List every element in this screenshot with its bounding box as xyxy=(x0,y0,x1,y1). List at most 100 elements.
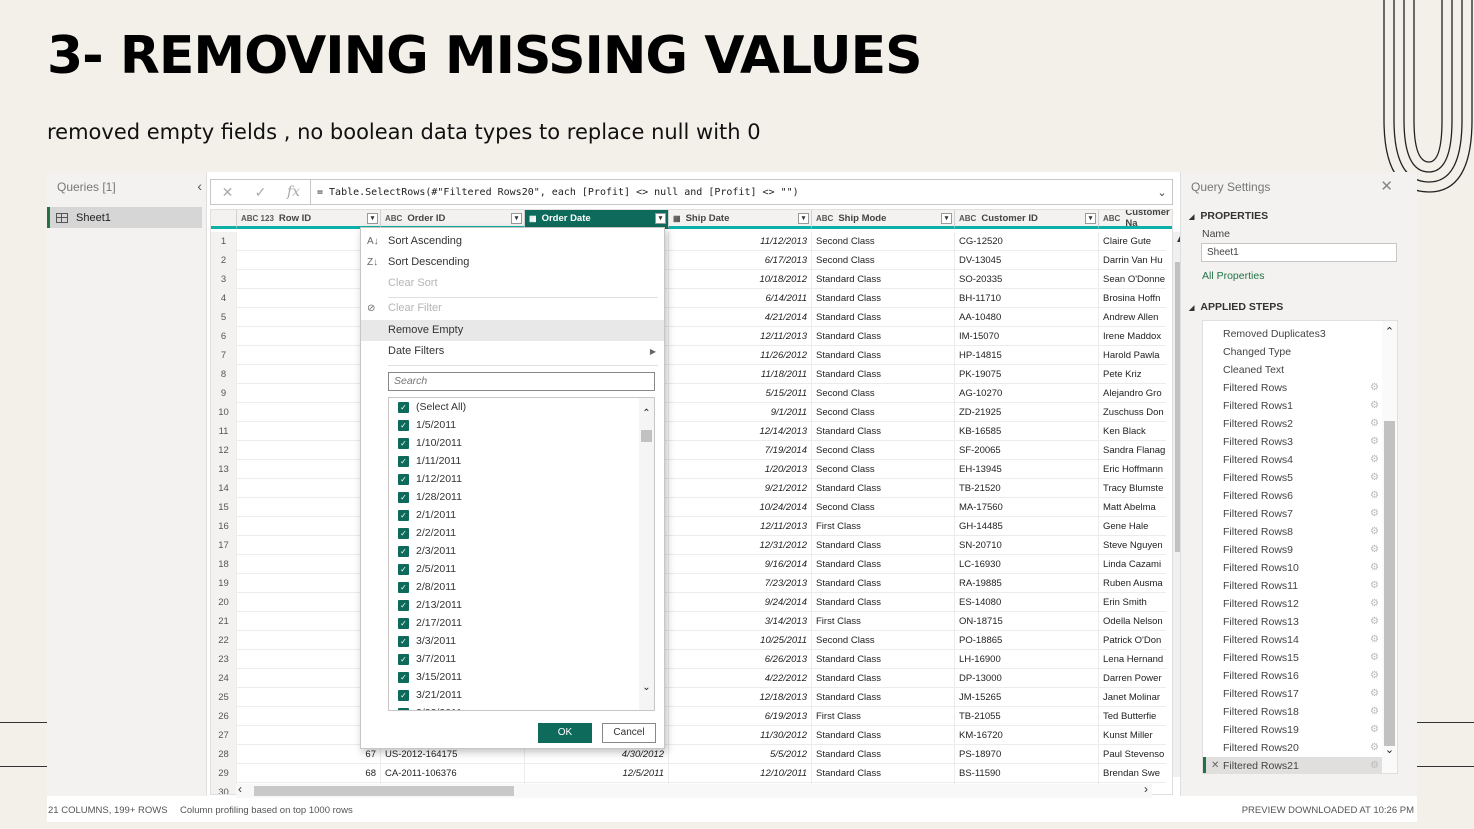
cell-ship-mode[interactable]: Second Class xyxy=(812,251,955,270)
checkmark-icon[interactable]: ✓ xyxy=(398,401,409,413)
query-item-sheet1[interactable]: Sheet1 xyxy=(47,207,202,228)
row-number[interactable]: 28 xyxy=(211,745,237,764)
cell-customer-id[interactable]: GH-14485 xyxy=(955,517,1099,536)
cell-customer-name[interactable]: Odella Nelson xyxy=(1099,612,1172,631)
text-type-icon[interactable]: ABC xyxy=(385,214,402,223)
properties-section[interactable]: ◢ PROPERTIES xyxy=(1189,210,1268,222)
checkmark-icon[interactable]: ✓ xyxy=(398,419,409,431)
cell-ship-date[interactable]: 12/10/2011 xyxy=(669,764,812,783)
scroll-up-icon[interactable]: ⌃ xyxy=(639,408,654,419)
cell-customer-id[interactable]: MA-17560 xyxy=(955,498,1099,517)
menu-clear-sort[interactable]: Clear Sort xyxy=(361,273,664,294)
row-number[interactable]: 2 xyxy=(211,251,237,270)
cell-customer-id[interactable]: LH-16900 xyxy=(955,650,1099,669)
filter-dropdown-icon[interactable]: ▾ xyxy=(511,213,522,224)
applied-step[interactable]: ✕ Filtered Rows21 ⚙ xyxy=(1203,757,1383,773)
applied-step[interactable]: Filtered Rows17 ⚙ xyxy=(1203,685,1383,703)
column-header-ship-date[interactable]: ▦ Ship Date ▾ xyxy=(669,210,812,229)
checkmark-icon[interactable]: ✓ xyxy=(398,563,409,575)
table-row[interactable]: 20 9/24/2014 Standard Class ES-14080 Erin Sm… xyxy=(211,593,1166,612)
filter-search-input[interactable]: Search xyxy=(388,372,655,391)
applied-step[interactable]: Filtered Rows11 ⚙ xyxy=(1203,577,1383,595)
cell-ship-date[interactable]: 10/18/2012 xyxy=(669,270,812,289)
cell-customer-id[interactable]: LC-16930 xyxy=(955,555,1099,574)
row-number[interactable]: 30 xyxy=(211,783,237,794)
filter-value-checkbox[interactable]: ✓ 3/3/2011 xyxy=(398,632,456,650)
cell-ship-date[interactable]: 9/24/2014 xyxy=(669,593,812,612)
applied-step[interactable]: Filtered Rows3 ⚙ xyxy=(1203,433,1383,451)
expand-formula-icon[interactable]: ⌄ xyxy=(1152,186,1172,199)
cell-ship-date[interactable]: 7/23/2013 xyxy=(669,574,812,593)
column-header-ship-mode[interactable]: ABC Ship Mode ▾ xyxy=(812,210,955,229)
cell-ship-date[interactable]: 12/11/2013 xyxy=(669,327,812,346)
cell-customer-id[interactable]: DP-13000 xyxy=(955,669,1099,688)
table-row[interactable]: 8 11/18/2011 Standard Class PK-19075 Pete Kr… xyxy=(211,365,1166,384)
applied-step[interactable]: Filtered Rows2 ⚙ xyxy=(1203,415,1383,433)
filter-value-checkbox[interactable]: ✓ 2/5/2011 xyxy=(398,560,456,578)
cell-ship-date[interactable]: 12/11/2013 xyxy=(669,517,812,536)
scroll-down-icon[interactable]: ⌄ xyxy=(639,682,654,693)
checkmark-icon[interactable]: ✓ xyxy=(398,581,409,593)
applied-step[interactable]: Filtered Rows15 ⚙ xyxy=(1203,649,1383,667)
cell-customer-id[interactable]: ES-14080 xyxy=(955,593,1099,612)
table-row[interactable]: 9 5/15/2011 Second Class AG-10270 Alejandro … xyxy=(211,384,1166,403)
cell-ship-mode[interactable]: Standard Class xyxy=(812,593,955,612)
cell-customer-id[interactable]: PK-19075 xyxy=(955,365,1099,384)
cell-customer-name[interactable]: Andrew Allen xyxy=(1099,308,1172,327)
filter-dropdown-icon[interactable]: ▾ xyxy=(367,213,378,224)
cell-customer-id[interactable]: SF-20065 xyxy=(955,441,1099,460)
cell-ship-date[interactable]: 1/20/2013 xyxy=(669,460,812,479)
filter-value-checkbox[interactable]: ✓ 1/11/2011 xyxy=(398,452,461,470)
cell-ship-mode[interactable]: Second Class xyxy=(812,631,955,650)
cell-ship-mode[interactable]: Standard Class xyxy=(812,270,955,289)
row-number[interactable]: 27 xyxy=(211,726,237,745)
cell-ship-mode[interactable]: Standard Class xyxy=(812,650,955,669)
row-number[interactable]: 16 xyxy=(211,517,237,536)
cell-customer-name[interactable]: Ken Black xyxy=(1099,422,1172,441)
cell-customer-name[interactable]: Tracy Blumste xyxy=(1099,479,1172,498)
delete-step-icon[interactable]: ✕ xyxy=(1211,757,1219,773)
cell-customer-id[interactable]: EH-13945 xyxy=(955,460,1099,479)
table-row[interactable]: 11 12/14/2013 Standard Class KB-16585 Ken Bl… xyxy=(211,422,1166,441)
applied-step[interactable]: Filtered Rows7 ⚙ xyxy=(1203,505,1383,523)
checkmark-icon[interactable]: ✓ xyxy=(398,653,409,665)
cell-customer-name[interactable]: Erin Smith xyxy=(1099,593,1172,612)
text-type-icon[interactable]: ABC xyxy=(1103,214,1120,223)
cell-customer-id[interactable]: ON-18715 xyxy=(955,612,1099,631)
filter-value-checkbox[interactable]: ✓ 2/13/2011 xyxy=(398,596,462,614)
menu-clear-filter[interactable]: ⊘ Clear Filter xyxy=(361,298,664,319)
applied-step[interactable]: Cleaned Text xyxy=(1203,361,1383,379)
cell-customer-id[interactable]: TB-21055 xyxy=(955,707,1099,726)
table-row[interactable]: 25 12/18/2013 Standard Class JM-15265 Janet … xyxy=(211,688,1166,707)
collapse-chevron-icon[interactable]: ‹ xyxy=(197,178,202,194)
any-type-icon[interactable]: ABC 123 xyxy=(241,214,274,223)
applied-step[interactable]: Filtered Rows6 ⚙ xyxy=(1203,487,1383,505)
cell-customer-name[interactable]: Ruben Ausma xyxy=(1099,574,1172,593)
scroll-thumb[interactable] xyxy=(641,430,652,442)
table-row[interactable]: 1 11/12/2013 Second Class CG-12520 Claire Gu… xyxy=(211,232,1166,251)
cell-ship-mode[interactable]: Second Class xyxy=(812,403,955,422)
row-number[interactable]: 18 xyxy=(211,555,237,574)
checkmark-icon[interactable]: ✓ xyxy=(398,689,409,701)
filter-dropdown-icon[interactable]: ▾ xyxy=(655,213,666,224)
gear-icon[interactable]: ⚙ xyxy=(1370,505,1379,523)
table-row[interactable]: 6 12/11/2013 Standard Class IM-15070 Irene M… xyxy=(211,327,1166,346)
cell-customer-name[interactable]: Pete Kriz xyxy=(1099,365,1172,384)
filter-value-checkbox[interactable]: ✓ 2/3/2011 xyxy=(398,542,456,560)
cell-ship-date[interactable]: 7/19/2014 xyxy=(669,441,812,460)
gear-icon[interactable]: ⚙ xyxy=(1370,739,1379,757)
gear-icon[interactable]: ⚙ xyxy=(1370,649,1379,667)
row-number[interactable]: 26 xyxy=(211,707,237,726)
cell-customer-id[interactable]: KM-16720 xyxy=(955,726,1099,745)
cell-ship-mode[interactable]: Standard Class xyxy=(812,555,955,574)
row-number[interactable]: 19 xyxy=(211,574,237,593)
cell-customer-name[interactable]: Irene Maddox xyxy=(1099,327,1172,346)
cell-ship-date[interactable]: 6/19/2013 xyxy=(669,707,812,726)
row-number[interactable]: 1 xyxy=(211,232,237,251)
cell-ship-date[interactable]: 12/14/2013 xyxy=(669,422,812,441)
cell-ship-mode[interactable]: Standard Class xyxy=(812,289,955,308)
cell-ship-mode[interactable]: Standard Class xyxy=(812,688,955,707)
close-icon[interactable]: ✕ xyxy=(1380,177,1393,195)
gear-icon[interactable]: ⚙ xyxy=(1370,685,1379,703)
table-corner-icon[interactable] xyxy=(211,210,237,229)
